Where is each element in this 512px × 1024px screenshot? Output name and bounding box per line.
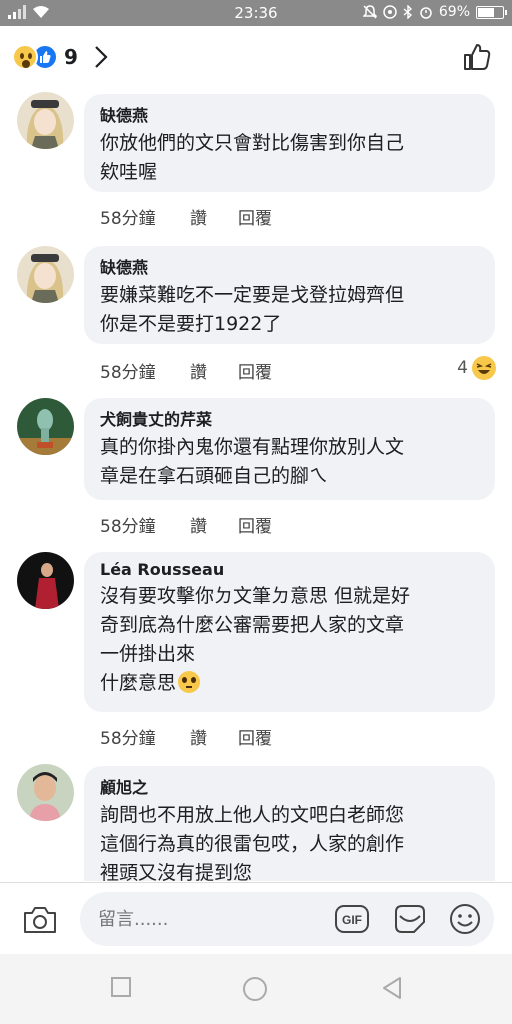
mute-bell-icon — [362, 5, 377, 19]
reaction-summary[interactable]: 9 — [12, 44, 108, 70]
wow-emoji-icon — [12, 44, 38, 70]
comment-list[interactable]: 缺德燕 你放他們的文只會對比傷害到你自己 欸哇喔 58分鐘 讚 回覆 缺德燕 要… — [0, 88, 512, 881]
recent-apps-icon[interactable] — [110, 976, 132, 998]
red-dress-avatar[interactable] — [17, 552, 74, 609]
squidward-avatar[interactable] — [17, 398, 74, 455]
comment-text-body: 沒有要攻擊你ㄉ文筆ㄉ意思 但就是好 奇到底為什麼公審需要把人家的文章 一併掛出來… — [100, 585, 411, 694]
gif-label: GIF — [342, 913, 362, 927]
comment-actions: 58分鐘 讚 回覆 — [100, 204, 272, 229]
back-icon[interactable] — [380, 976, 404, 1000]
comment-author[interactable]: Léa Rousseau — [100, 560, 479, 579]
comment-author[interactable]: 缺德燕 — [100, 102, 479, 126]
comment-input[interactable] — [98, 904, 318, 934]
man-photo-avatar[interactable] — [17, 764, 74, 821]
like-button[interactable]: 讚 — [190, 358, 238, 383]
reply-button[interactable]: 回覆 — [238, 724, 272, 749]
data-saver-icon — [383, 5, 397, 19]
blonde-anime-avatar[interactable] — [17, 92, 74, 149]
gif-icon[interactable]: GIF — [334, 902, 370, 936]
pleading-face-emoji — [178, 671, 201, 693]
comment-time: 58分鐘 — [100, 363, 156, 383]
comment-text: 要嫌菜難吃不一定要是戈登拉姆齊但 你是不是要打1922了 — [100, 284, 405, 335]
comment-author[interactable]: 缺德燕 — [100, 254, 479, 278]
comment-text: 詢問也不用放上他人的文吧白老師您 這個行為真的很雷包哎，人家的創作 裡頭又沒有提… — [100, 804, 405, 881]
blonde-anime-avatar[interactable] — [17, 246, 74, 303]
bluetooth-icon — [403, 5, 412, 19]
comment-text: 真的你掛內鬼你還有點理你放別人文 章是在拿石頭砸自己的腳ㄟ — [100, 436, 405, 487]
comment-time: 58分鐘 — [100, 729, 156, 749]
reply-button[interactable]: 回覆 — [238, 204, 272, 229]
comment-bubble[interactable]: 缺德燕 要嫌菜難吃不一定要是戈登拉姆齊但 你是不是要打1922了 — [84, 246, 495, 344]
reaction-count: 9 — [64, 45, 78, 69]
comment-author[interactable]: 顧旭之 — [100, 774, 479, 798]
comment-bubble[interactable]: 犬飼貴丈的芹菜 真的你掛內鬼你還有點理你放別人文 章是在拿石頭砸自己的腳ㄟ — [84, 398, 495, 500]
comment-author[interactable]: 犬飼貴丈的芹菜 — [100, 406, 479, 430]
comment-actions: 58分鐘 讚 回覆 — [100, 724, 272, 749]
battery-icon — [476, 5, 507, 19]
comment-time: 58分鐘 — [100, 209, 156, 229]
comment-text: 沒有要攻擊你ㄉ文筆ㄉ意思 但就是好 奇到底為什麼公審需要把人家的文章 一併掛出來… — [100, 582, 479, 698]
reaction-count: 4 — [457, 358, 468, 378]
comment-composer: GIF — [0, 882, 512, 954]
reactions-header: 9 — [0, 26, 512, 88]
like-button[interactable]: 讚 — [190, 204, 238, 229]
comment-bubble[interactable]: Léa Rousseau 沒有要攻擊你ㄉ文筆ㄉ意思 但就是好 奇到底為什麼公審需… — [84, 552, 495, 712]
comment-text: 你放他們的文只會對比傷害到你自己 欸哇喔 — [100, 132, 405, 183]
comment-input-box[interactable]: GIF — [80, 892, 494, 946]
laughing-emoji-icon — [472, 356, 496, 380]
system-nav-bar — [0, 954, 512, 1024]
reply-button[interactable]: 回覆 — [238, 512, 272, 537]
alarm-icon — [420, 7, 432, 19]
comment-actions: 58分鐘 讚 回覆 — [100, 512, 272, 537]
sticker-icon[interactable] — [392, 902, 428, 936]
thumbs-up-icon[interactable] — [462, 42, 492, 72]
comment-time: 58分鐘 — [100, 517, 156, 537]
chevron-right-icon[interactable] — [94, 45, 108, 69]
home-icon[interactable] — [242, 976, 268, 1002]
battery-fill — [478, 7, 494, 17]
status-bar: 23:36 69% — [0, 0, 512, 26]
reply-button[interactable]: 回覆 — [238, 358, 272, 383]
comment-bubble[interactable]: 缺德燕 你放他們的文只會對比傷害到你自己 欸哇喔 — [84, 94, 495, 192]
comment-actions: 58分鐘 讚 回覆 — [100, 358, 272, 383]
like-button[interactable]: 讚 — [190, 512, 238, 537]
battery-percent: 69% — [438, 4, 470, 20]
like-button[interactable]: 讚 — [190, 724, 238, 749]
smile-icon[interactable] — [448, 902, 482, 936]
comment-bubble[interactable]: 顧旭之 詢問也不用放上他人的文吧白老師您 這個行為真的很雷包哎，人家的創作 裡頭… — [84, 766, 495, 881]
comment-reactions[interactable]: 4 — [457, 356, 496, 380]
camera-icon[interactable] — [22, 905, 58, 935]
